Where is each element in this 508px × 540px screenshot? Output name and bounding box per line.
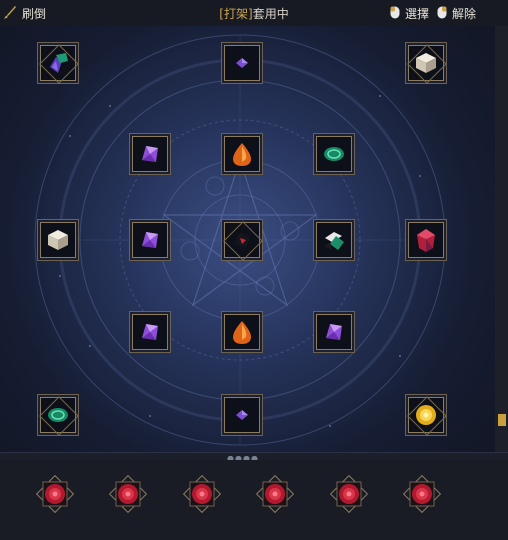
socket-lower-center[interactable] <box>224 314 260 350</box>
ruby-round-icon <box>255 474 295 514</box>
gem-board <box>0 26 495 452</box>
emerald-white-icon <box>324 232 344 250</box>
socket-bottom-left-corner[interactable] <box>40 397 76 433</box>
emerald-oval-icon <box>324 147 344 161</box>
mouse-left-icon <box>390 6 400 19</box>
release-button[interactable]: 解除 <box>452 5 476 22</box>
select-button[interactable]: 選擇 <box>405 5 429 22</box>
gem-tray <box>0 460 508 540</box>
socket-top-left-corner[interactable] <box>40 45 76 81</box>
socket-mid-right[interactable] <box>316 222 352 258</box>
tray-slot-5[interactable] <box>329 474 369 514</box>
amber-drop-icon <box>233 321 251 344</box>
preset-status: [打架]套用中 <box>0 5 508 22</box>
amethyst-icon <box>142 146 158 162</box>
tray-slot-2[interactable] <box>108 474 148 514</box>
socket-top-right-corner[interactable] <box>408 45 444 81</box>
socket-center[interactable] <box>224 222 260 258</box>
socket-mid-far-left[interactable] <box>40 222 76 258</box>
socket-mid-far-right[interactable] <box>408 222 444 258</box>
socket-upper-left[interactable] <box>132 136 168 172</box>
tray-slot-6[interactable] <box>402 474 442 514</box>
socket-lower-left[interactable] <box>132 314 168 350</box>
ruby-round-icon <box>182 474 222 514</box>
edge-marker <box>498 414 506 426</box>
status-text: 套用中 <box>252 7 289 21</box>
tray-slot-3[interactable] <box>182 474 222 514</box>
tray-slot-1[interactable] <box>35 474 75 514</box>
amethyst-icon <box>142 324 158 340</box>
socket-top-center[interactable] <box>224 45 260 81</box>
ruby-crystal-icon <box>417 229 435 252</box>
socket-mid-left[interactable] <box>132 222 168 258</box>
ruby-round-icon <box>108 474 148 514</box>
socket-upper-right[interactable] <box>316 136 352 172</box>
socket-lower-right[interactable] <box>316 314 352 350</box>
ruby-round-icon <box>402 474 442 514</box>
emerald-violet-cluster-icon <box>50 53 68 73</box>
right-edge-bar <box>495 26 508 452</box>
white-cube-icon <box>416 53 436 73</box>
amber-drop-icon <box>233 143 251 166</box>
mouse-right-icon <box>437 6 447 19</box>
status-tag: 打架 <box>223 7 248 21</box>
white-cube-icon <box>48 230 68 250</box>
gold-citrine-icon <box>416 405 436 425</box>
ruby-round-icon <box>35 474 75 514</box>
socket-bottom-right-corner[interactable] <box>408 397 444 433</box>
emerald-oval-icon <box>48 408 68 422</box>
tray-slot-4[interactable] <box>255 474 295 514</box>
socket-upper-center[interactable] <box>224 136 260 172</box>
top-bar: 刷倒 [打架]套用中 選擇 解除 <box>0 0 508 26</box>
ruby-round-icon <box>329 474 369 514</box>
violet-small-icon <box>236 58 248 68</box>
amethyst-icon <box>326 324 342 340</box>
black-red-core-icon <box>234 232 250 248</box>
amethyst-icon <box>142 232 158 248</box>
socket-bottom-center[interactable] <box>224 397 260 433</box>
violet-small-icon <box>236 410 248 420</box>
